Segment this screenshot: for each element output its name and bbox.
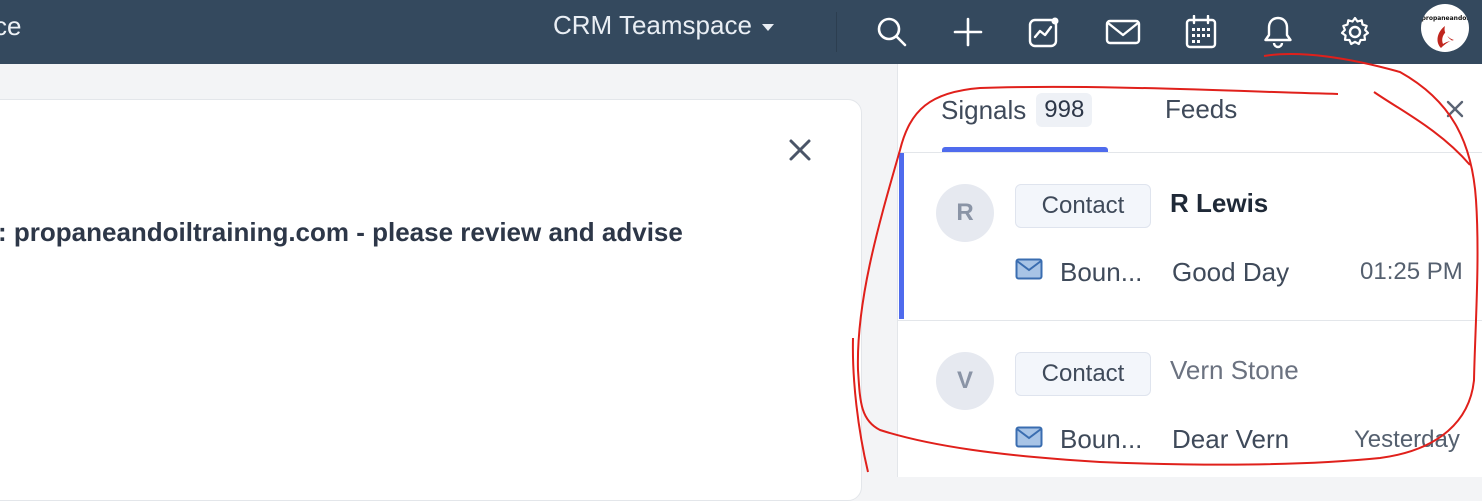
record-type-chip: Contact: [1015, 352, 1151, 396]
mail-icon: [1015, 258, 1043, 280]
signal-item[interactable]: R Contact R Lewis Boun... Good Day 01:25…: [898, 153, 1482, 319]
bell-icon[interactable]: [1254, 8, 1302, 56]
mail-icon: [1015, 426, 1043, 448]
signals-count-badge: 998: [1036, 93, 1093, 127]
teamspace-label: CRM Teamspace: [553, 10, 752, 40]
chevron-down-icon: [761, 23, 774, 31]
tab-signals-label: Signals: [941, 94, 1027, 125]
profile-avatar[interactable]: propaneandoi: [1421, 4, 1469, 52]
tab-signals[interactable]: Signals 998: [941, 93, 1093, 127]
plus-icon[interactable]: [944, 8, 992, 56]
tab-feeds[interactable]: Feeds: [1165, 94, 1237, 125]
teamspace-switcher[interactable]: CRM Teamspace: [553, 10, 774, 41]
email-detail-card: [0, 99, 862, 501]
avatar: R: [936, 184, 994, 242]
close-icon[interactable]: [786, 136, 814, 164]
signal-time: 01:25 PM: [1360, 258, 1463, 285]
signal-time: Yesterday: [1354, 426, 1460, 453]
gear-icon[interactable]: [1331, 8, 1379, 56]
mail-icon[interactable]: [1099, 8, 1147, 56]
topbar-divider: [836, 12, 837, 52]
tab-feeds-label: Feeds: [1165, 94, 1238, 124]
signal-subject: Good Day: [1172, 257, 1290, 287]
app-title: ce: [0, 11, 22, 41]
contact-name[interactable]: Vern Stone: [1170, 355, 1299, 386]
record-type-chip: Contact: [1015, 184, 1151, 228]
avatar: V: [936, 352, 994, 410]
avatar-logo-text: propaneandoi: [1422, 15, 1469, 22]
signal-type: Boun...: [1060, 257, 1143, 287]
signals-panel: Signals 998 Feeds R Contact R Lewis Boun…: [897, 64, 1482, 477]
close-icon[interactable]: [1441, 95, 1469, 123]
calendar-icon[interactable]: [1177, 8, 1225, 56]
signal-subject: Dear Vern: [1172, 424, 1290, 454]
activity-icon[interactable]: [1020, 8, 1068, 56]
top-navigation-bar: ce CRM Teamspace propaneandoi: [0, 0, 1482, 64]
email-subject: : propaneandoiltraining.com - please rev…: [0, 217, 683, 247]
signal-item[interactable]: V Contact Vern Stone Boun... Dear Vern Y…: [898, 321, 1482, 487]
search-icon[interactable]: [868, 8, 916, 56]
contact-name[interactable]: R Lewis: [1170, 188, 1268, 219]
signal-type: Boun...: [1060, 424, 1143, 454]
